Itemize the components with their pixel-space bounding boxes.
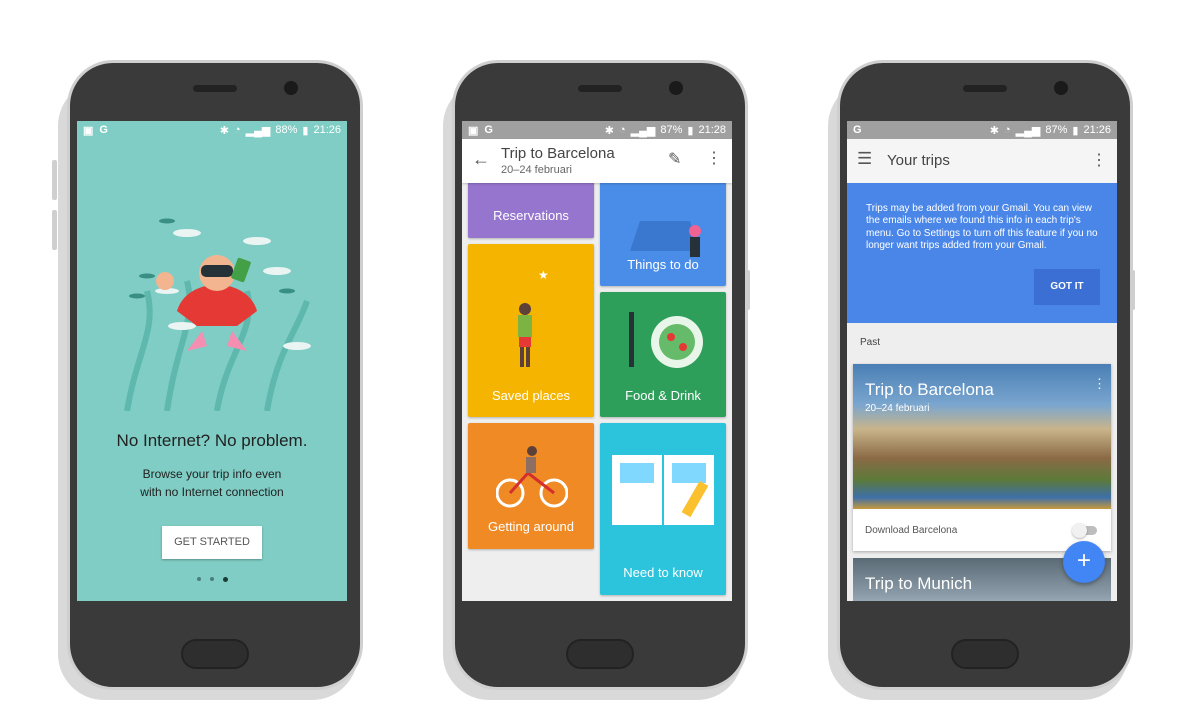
status-bar: ▣ G ✱ ◔ ▂▄▆ 88% ▮ 21:26 — [77, 121, 347, 139]
download-label: Download Barcelona — [865, 525, 958, 536]
speaker — [578, 85, 622, 92]
camera — [669, 81, 683, 95]
wifi-icon: ◔ — [619, 124, 626, 136]
get-started-button[interactable]: GET STARTED — [162, 526, 262, 559]
statue-illustration — [630, 221, 701, 257]
barcelona-photo: Trip to Barcelona 20–24 februari ⋮ — [853, 364, 1111, 509]
speaker — [193, 85, 237, 92]
phone-onboarding: ▣ G ✱ ◔ ▂▄▆ 88% ▮ 21:26 No Internet? No proble… — [67, 60, 363, 690]
diver-illustration — [124, 218, 311, 411]
signal-icon: ▂▄▆ — [1015, 124, 1041, 137]
tile-label: Food & Drink — [625, 388, 701, 403]
phone-trip-detail: ▣ G ✱ ◔ ▂▄▆ 87% ▮ 21:28 ← Trip to Barcelona 20… — [452, 60, 748, 690]
bluetooth-icon: ✱ — [989, 124, 999, 137]
signal-icon: ▂▄▆ — [630, 124, 656, 137]
battery-icon: ▮ — [302, 124, 309, 137]
tile-label: Getting around — [487, 519, 574, 534]
status-bar: ▣ G ✱ ◔ ▂▄▆ 87% ▮ 21:28 — [462, 121, 732, 139]
person-stars-illustration: ★ — [518, 268, 549, 367]
tile-need-to-know[interactable]: Need to know — [600, 423, 726, 595]
cyclist-illustration — [496, 446, 568, 508]
trip-card-barcelona[interactable]: Trip to Barcelona 20–24 februari ⋮ Downl… — [853, 364, 1111, 551]
more-vert-icon[interactable]: ⋮ — [1093, 376, 1106, 392]
tile-getting-around[interactable]: Getting around — [468, 423, 594, 549]
battery-level: 88% — [275, 124, 298, 136]
app-bar: ← Trip to Barcelona 20–24 februari ✎ ⋮ — [462, 139, 732, 183]
speaker — [963, 85, 1007, 92]
screen: ▣ G ✱ ◔ ▂▄▆ 88% ▮ 21:26 No Internet? No proble… — [77, 121, 347, 601]
battery-icon: ▮ — [1072, 124, 1079, 137]
phone-your-trips: G ✱ ◔ ▂▄▆ 87% ▮ 21:26 ☰ Your trips ⋮ Trips ma… — [837, 60, 1133, 690]
battery-icon: ▮ — [687, 124, 694, 137]
onboarding-body-2: with no Internet connection — [140, 485, 284, 499]
home-button[interactable] — [566, 639, 634, 669]
wifi-icon: ◔ — [1004, 124, 1011, 136]
camera — [1054, 81, 1068, 95]
battery-level: 87% — [660, 124, 683, 136]
section-header-past: Past — [860, 337, 881, 348]
wifi-icon: ◔ — [234, 124, 241, 136]
edit-pencil-icon[interactable]: ✎ — [668, 149, 681, 169]
home-button[interactable] — [951, 639, 1019, 669]
more-vert-icon[interactable]: ⋮ — [1091, 150, 1107, 170]
battery-level: 87% — [1045, 124, 1068, 136]
page-dot-active[interactable] — [222, 577, 228, 582]
bluetooth-icon: ✱ — [219, 124, 229, 137]
clock: 21:26 — [1083, 124, 1111, 136]
image-icon: ▣ — [468, 124, 479, 137]
svg-text:★: ★ — [538, 268, 549, 282]
tile-saved-places[interactable]: ★ Saved places — [468, 244, 594, 417]
menu-hamburger-icon[interactable]: ☰ — [857, 149, 872, 169]
home-button[interactable] — [181, 639, 249, 669]
more-vert-icon[interactable]: ⋮ — [706, 148, 722, 168]
status-bar: G ✱ ◔ ▂▄▆ 87% ▮ 21:26 — [847, 121, 1117, 139]
gmail-info-banner: Trips may be added from your Gmail. You … — [847, 183, 1117, 323]
google-icon: G — [853, 124, 862, 136]
page-dot[interactable] — [196, 577, 201, 581]
trip-title: Trip to Barcelona — [501, 145, 615, 162]
page-indicator[interactable] — [77, 577, 347, 582]
trip-dates: 20–24 februari — [865, 403, 930, 414]
camera — [284, 81, 298, 95]
tile-label: Need to know — [623, 565, 703, 580]
google-icon: G — [99, 123, 108, 136]
guidebook-illustration — [612, 455, 714, 525]
add-trip-fab[interactable]: + — [1063, 541, 1105, 583]
tile-label: Things to do — [627, 257, 699, 272]
trip-title: Trip to Barcelona — [865, 380, 994, 399]
page-dot[interactable] — [209, 577, 214, 581]
app-bar: ☰ Your trips ⋮ — [847, 139, 1117, 183]
trip-title: Trip to Munich — [865, 574, 973, 593]
salad-plate-illustration — [629, 312, 703, 368]
tile-label: Saved places — [491, 388, 571, 403]
tile-label: Reservations — [493, 208, 569, 223]
trip-dates: 20–24 februari — [501, 164, 572, 176]
clock: 21:26 — [313, 124, 341, 136]
back-arrow-icon[interactable]: ← — [472, 149, 490, 170]
screen: G ✱ ◔ ▂▄▆ 87% ▮ 21:26 ☰ Your trips ⋮ Trips ma… — [847, 121, 1117, 601]
download-toggle[interactable] — [1072, 523, 1097, 538]
image-icon: ▣ — [83, 124, 94, 137]
banner-text: Trips may be added from your Gmail. You … — [866, 203, 1098, 251]
got-it-button[interactable]: GOT IT — [1034, 269, 1100, 305]
bluetooth-icon: ✱ — [604, 124, 614, 137]
tile-food-drink[interactable]: Food & Drink — [600, 292, 726, 417]
google-icon: G — [484, 123, 493, 136]
page-title: Your trips — [887, 152, 950, 169]
screen: ▣ G ✱ ◔ ▂▄▆ 87% ▮ 21:28 ← Trip to Barcelona 20… — [462, 121, 732, 601]
signal-icon: ▂▄▆ — [245, 124, 271, 137]
onboarding-heading: No Internet? No problem. — [116, 431, 308, 450]
clock: 21:28 — [698, 124, 726, 136]
onboarding-body-1: Browse your trip info even — [142, 467, 282, 481]
